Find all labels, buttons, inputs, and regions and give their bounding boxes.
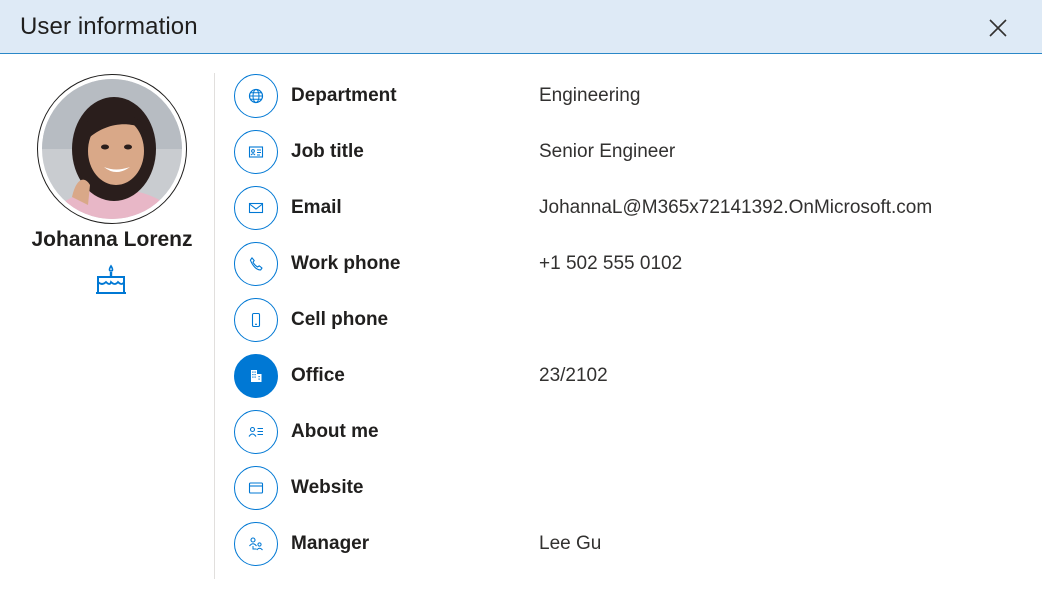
- info-list: Department Engineering Job title Senior …: [234, 74, 1024, 578]
- close-icon: [989, 19, 1007, 37]
- vertical-divider: [214, 73, 215, 579]
- phone-icon: [249, 257, 263, 271]
- cell-phone-button[interactable]: [234, 298, 278, 342]
- browser-icon: [248, 482, 264, 494]
- contact-list-icon: [248, 426, 263, 437]
- department-button[interactable]: [234, 74, 278, 118]
- about-me-label: About me: [291, 421, 379, 442]
- office-value: 23/2102: [539, 365, 608, 386]
- building-icon: [251, 370, 262, 382]
- globe-icon: [248, 88, 264, 104]
- avatar-ring: [37, 74, 187, 224]
- dialog-title: User information: [20, 13, 198, 40]
- job-title-label: Job title: [291, 141, 364, 162]
- work-phone-label: Work phone: [291, 253, 401, 274]
- info-row-manager: Manager Lee Gu: [234, 522, 1024, 578]
- manager-label: Manager: [291, 533, 370, 554]
- about-me-button[interactable]: [234, 410, 278, 454]
- office-label: Office: [291, 365, 345, 386]
- info-row-work-phone: Work phone +1 502 555 0102: [234, 242, 1024, 298]
- website-button[interactable]: [234, 466, 278, 510]
- info-row-job-title: Job title Senior Engineer: [234, 130, 1024, 186]
- id-card-icon: [248, 146, 264, 158]
- info-row-email: Email JohannaL@M365x72141392.OnMicrosoft…: [234, 186, 1024, 242]
- office-button[interactable]: [234, 354, 278, 398]
- cell-phone-label: Cell phone: [291, 309, 389, 330]
- department-label: Department: [291, 85, 397, 106]
- mail-icon: [248, 202, 264, 214]
- mobile-icon: [251, 312, 261, 328]
- website-label: Website: [291, 477, 364, 498]
- close-button[interactable]: [982, 12, 1014, 44]
- email-button[interactable]: [234, 186, 278, 230]
- info-row-website: Website: [234, 466, 1024, 522]
- dialog-header: User information: [0, 0, 1042, 54]
- info-row-cell-phone: Cell phone: [234, 298, 1024, 354]
- job-title-value: Senior Engineer: [539, 141, 676, 162]
- manager-value[interactable]: Lee Gu: [539, 533, 601, 555]
- manager-button[interactable]: [234, 522, 278, 566]
- work-phone-value[interactable]: +1 502 555 0102: [539, 253, 682, 275]
- department-value: Engineering: [539, 85, 641, 106]
- info-row-about-me: About me: [234, 410, 1024, 466]
- profile-panel: Johanna Lorenz: [0, 54, 214, 610]
- info-row-department: Department Engineering: [234, 74, 1024, 130]
- email-value[interactable]: JohannaL@M365x72141392.OnMicrosoft.com: [539, 197, 932, 219]
- org-icon: [249, 537, 263, 551]
- info-row-office: Office 23/2102: [234, 354, 1024, 410]
- email-label: Email: [291, 197, 342, 218]
- avatar: [42, 79, 182, 219]
- work-phone-button[interactable]: [234, 242, 278, 286]
- profile-name: Johanna Lorenz: [31, 228, 193, 251]
- job-title-button[interactable]: [234, 130, 278, 174]
- birthday-cake-icon: [96, 264, 126, 294]
